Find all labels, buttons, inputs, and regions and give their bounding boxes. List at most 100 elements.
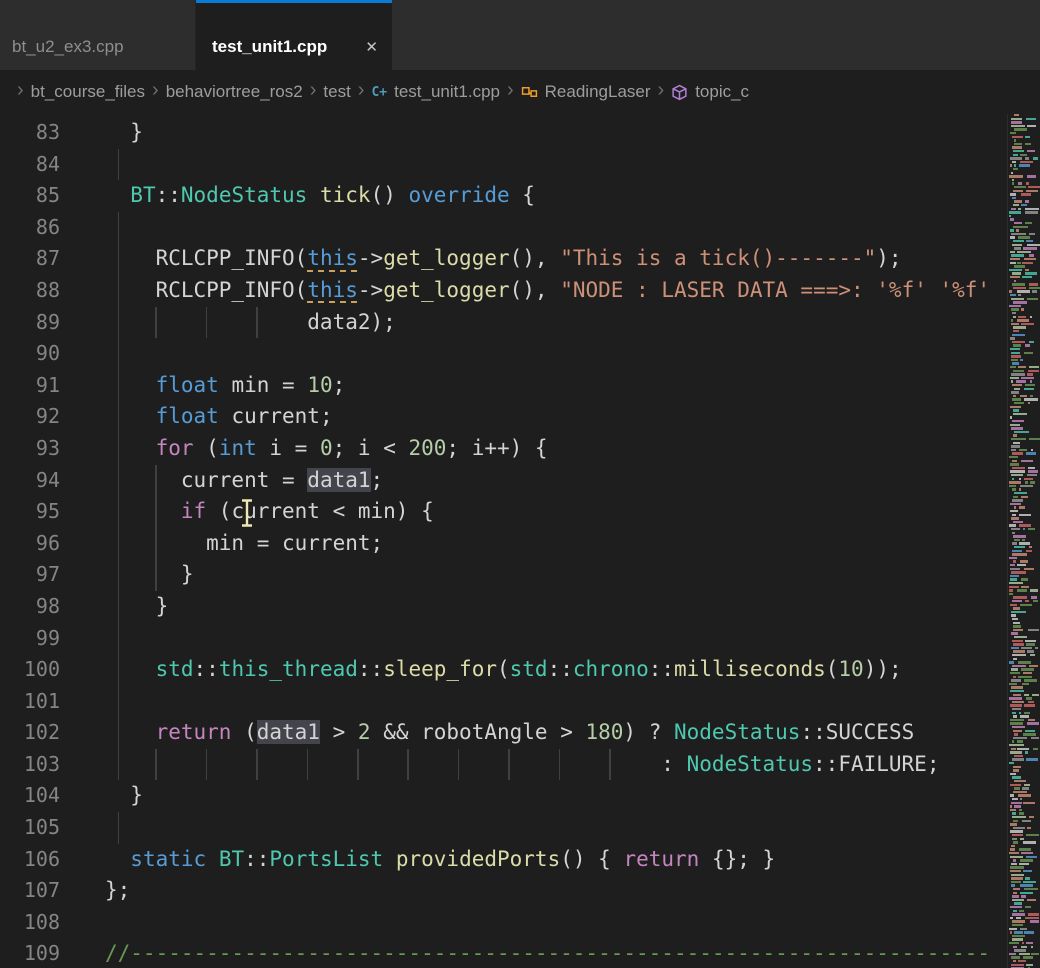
- line-number: 93: [0, 433, 64, 465]
- breadcrumb-item-test-unit1-cpp[interactable]: C+ test_unit1.cpp: [371, 82, 500, 102]
- indent-guide: [206, 307, 208, 339]
- line-number: 94: [0, 465, 64, 497]
- indent-guide: [155, 496, 157, 528]
- minimap[interactable]: [1007, 114, 1040, 968]
- code-line[interactable]: float min = 10;: [64, 370, 1040, 402]
- line-number: 96: [0, 528, 64, 560]
- code-line[interactable]: current = data1;: [64, 465, 1040, 497]
- breadcrumb-item-readinglaser[interactable]: ReadingLaser: [521, 82, 651, 102]
- code-line[interactable]: return (data1 > 2 && robotAngle > 180) ?…: [64, 717, 1040, 749]
- line-number: 102: [0, 717, 64, 749]
- indent-guide: [256, 749, 258, 781]
- indent-guide: [155, 559, 157, 591]
- tab-label: bt_u2_ex3.cpp: [12, 37, 124, 57]
- code-line[interactable]: if (current < min) {: [64, 496, 1040, 528]
- code-line[interactable]: std::this_thread::sleep_for(std::chrono:…: [64, 654, 1040, 686]
- indent-guide: [307, 749, 309, 781]
- indent-guide: [407, 749, 409, 781]
- breadcrumb-label: behaviortree_ros2: [166, 82, 303, 102]
- breadcrumb-label: test_unit1.cpp: [394, 82, 500, 102]
- indent-guide: [559, 749, 561, 781]
- tabbar-empty-space: [392, 0, 1040, 70]
- code-line[interactable]: RCLCPP_INFO(this->get_logger(), "This is…: [64, 243, 1040, 275]
- indent-guide: [118, 401, 120, 433]
- breadcrumb-item-test[interactable]: test: [323, 82, 350, 102]
- chevron-right-icon: ›: [651, 79, 672, 102]
- line-number: 97: [0, 559, 64, 591]
- code-line[interactable]: [64, 907, 1040, 939]
- code-lines[interactable]: } BT::NodeStatus tick() override { RCLCP…: [64, 114, 1040, 968]
- indent-guide: [118, 654, 120, 686]
- code-line[interactable]: [64, 338, 1040, 370]
- method-icon: [671, 84, 688, 101]
- code-line[interactable]: //--------------------------------------…: [64, 938, 1040, 968]
- code-line[interactable]: data2);: [64, 307, 1040, 339]
- chevron-right-icon: ›: [351, 79, 372, 102]
- code-editor[interactable]: 8384858687888990919293949596979899100101…: [0, 114, 1040, 968]
- cpp-file-icon: C+: [371, 85, 387, 100]
- indent-guide: [118, 591, 120, 623]
- indent-guide: [256, 307, 258, 339]
- indent-guide: [155, 307, 157, 339]
- line-number: 105: [0, 812, 64, 844]
- breadcrumb-label: bt_course_files: [31, 82, 145, 102]
- indent-guide: [118, 275, 120, 307]
- code-line[interactable]: }: [64, 780, 1040, 812]
- indent-guide: [155, 749, 157, 781]
- indent-guide: [155, 528, 157, 560]
- line-number: 83: [0, 117, 64, 149]
- code-line[interactable]: [64, 149, 1040, 181]
- code-line[interactable]: RCLCPP_INFO(this->get_logger(), "NODE : …: [64, 275, 1040, 307]
- breadcrumb-item-behaviortree-ros2[interactable]: behaviortree_ros2: [166, 82, 303, 102]
- indent-guide: [357, 749, 359, 781]
- indent-guide: [118, 307, 120, 339]
- line-number: 86: [0, 212, 64, 244]
- chevron-right-icon: ›: [303, 79, 324, 102]
- line-number: 84: [0, 149, 64, 181]
- tab-test-unit1[interactable]: test_unit1.cpp ✕: [196, 0, 392, 70]
- line-number: 108: [0, 907, 64, 939]
- code-line[interactable]: }: [64, 591, 1040, 623]
- breadcrumb-item-topic[interactable]: topic_c: [671, 82, 749, 102]
- indent-guide: [118, 465, 120, 497]
- indent-guide: [118, 496, 120, 528]
- code-line[interactable]: }: [64, 559, 1040, 591]
- breadcrumb-label: ReadingLaser: [545, 82, 651, 102]
- indent-guide: [118, 528, 120, 560]
- indent-guide: [118, 717, 120, 749]
- code-line[interactable]: : NodeStatus::FAILURE;: [64, 749, 1040, 781]
- line-number: 85: [0, 180, 64, 212]
- code-line[interactable]: min = current;: [64, 528, 1040, 560]
- line-number: 90: [0, 338, 64, 370]
- close-icon[interactable]: ✕: [365, 38, 378, 56]
- chevron-right-icon: ›: [145, 79, 166, 102]
- indent-guide: [118, 749, 120, 781]
- code-line[interactable]: for (int i = 0; i < 200; i++) {: [64, 433, 1040, 465]
- code-line[interactable]: [64, 812, 1040, 844]
- code-line[interactable]: [64, 623, 1040, 655]
- class-icon: [521, 84, 538, 101]
- line-number: 103: [0, 749, 64, 781]
- code-line[interactable]: static BT::PortsList providedPorts() { r…: [64, 844, 1040, 876]
- line-number: 106: [0, 844, 64, 876]
- line-number: 101: [0, 686, 64, 718]
- code-line[interactable]: [64, 686, 1040, 718]
- code-line[interactable]: }: [64, 117, 1040, 149]
- line-number: 100: [0, 654, 64, 686]
- code-line[interactable]: [64, 212, 1040, 244]
- line-number: 89: [0, 307, 64, 339]
- line-number: 104: [0, 780, 64, 812]
- indent-guide: [118, 338, 120, 370]
- line-number: 88: [0, 275, 64, 307]
- indent-guide: [609, 749, 611, 781]
- code-line[interactable]: };: [64, 875, 1040, 907]
- breadcrumb-label: topic_c: [695, 82, 749, 102]
- code-line[interactable]: BT::NodeStatus tick() override {: [64, 180, 1040, 212]
- indent-guide: [206, 749, 208, 781]
- tab-bt-u2-ex3[interactable]: bt_u2_ex3.cpp: [0, 0, 196, 70]
- tab-label: test_unit1.cpp: [212, 37, 327, 57]
- code-line[interactable]: float current;: [64, 401, 1040, 433]
- minimap-canvas: [1008, 114, 1040, 968]
- breadcrumb-item-bt-course-files[interactable]: bt_course_files: [31, 82, 145, 102]
- line-number: 99: [0, 623, 64, 655]
